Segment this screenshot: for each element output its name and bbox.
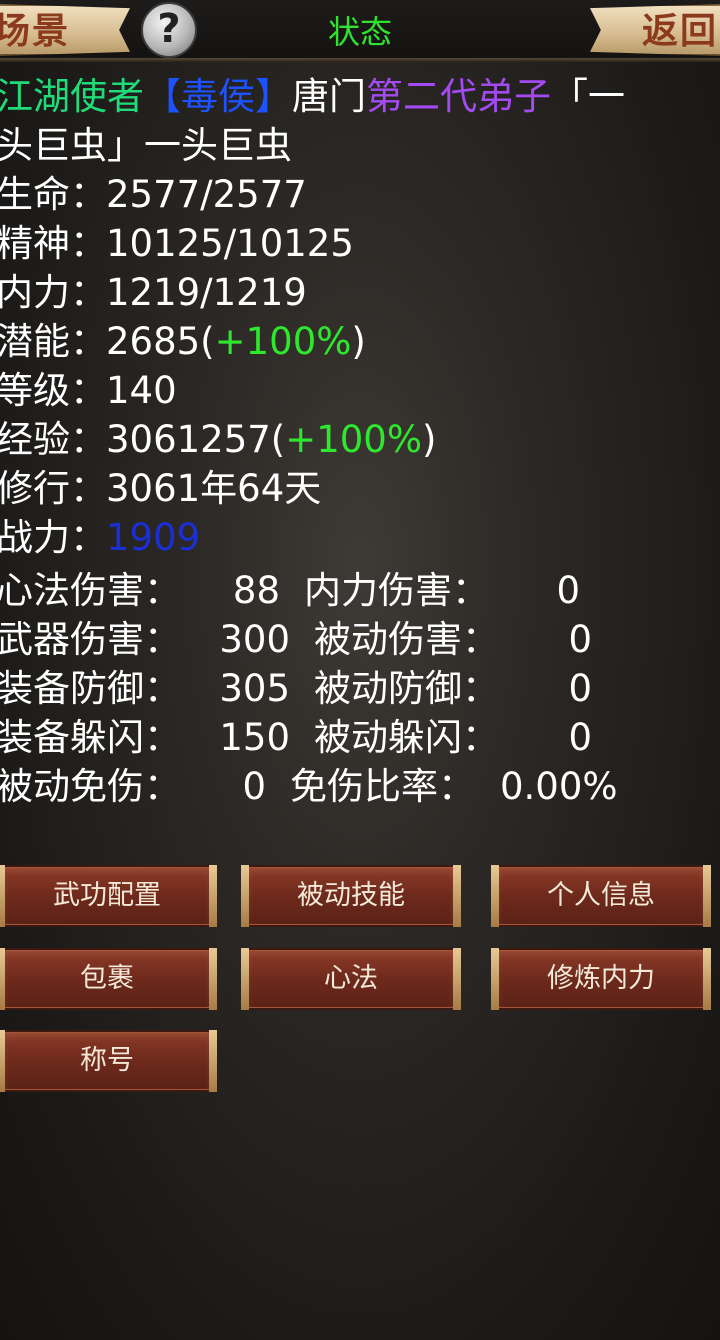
stat-label: 心法伤害：: [0, 569, 181, 612]
stat-value: 0.00%: [500, 765, 618, 808]
attr-value: 1219/1219: [106, 271, 307, 314]
profile-faction: 唐门: [292, 75, 366, 118]
profile-line-1: 江湖使者【毒侯】唐门第二代弟子「一: [0, 72, 720, 121]
profile-nickname-start: 「一: [551, 75, 625, 118]
attr-power: 战力：1909: [0, 513, 720, 562]
attr-label: 等级: [0, 369, 70, 412]
attr-close: ): [422, 418, 437, 461]
personal-info-button[interactable]: 个人信息: [491, 865, 711, 927]
colon: ：: [70, 467, 107, 510]
attr-label: 内力: [0, 271, 70, 314]
attr-label: 精神: [0, 222, 70, 265]
attr-value: 10125/10125: [106, 222, 354, 265]
stat-row: 武器伤害： 300 被动伤害： 0: [0, 615, 720, 664]
attr-value: 3061257(: [106, 418, 286, 461]
stat-value: 0: [556, 569, 580, 612]
stat-value: 0: [568, 716, 592, 759]
stat-value: 0: [242, 765, 266, 808]
attr-value: 140: [106, 369, 177, 412]
attr-spirit: 精神：10125/10125: [0, 219, 720, 268]
stat-label: 装备防御：: [0, 667, 181, 710]
profile-title: 江湖使者: [0, 75, 144, 118]
attr-value: 3061年64天: [106, 467, 322, 510]
attr-life: 生命：2577/2577: [0, 170, 720, 219]
attr-value: 2685(: [106, 320, 215, 363]
attr-cultivation: 修行：3061年64天: [0, 464, 720, 513]
stat-row: 心法伤害： 88 内力伤害： 0: [0, 566, 720, 615]
colon: ：: [70, 320, 107, 363]
attr-label: 修行: [0, 467, 70, 510]
back-button[interactable]: 返回: [590, 4, 720, 56]
attr-label: 生命: [0, 173, 70, 216]
profile-line-2: 头巨虫」一头巨虫: [0, 121, 720, 170]
attr-neili: 内力：1219/1219: [0, 268, 720, 317]
profile-nickname: 头巨虫」一头巨虫: [0, 124, 292, 167]
colon: ：: [70, 173, 107, 216]
stat-value: 88: [232, 569, 280, 612]
stat-value: 305: [219, 667, 290, 710]
attr-label: 潜能: [0, 320, 70, 363]
stat-value: 0: [568, 667, 592, 710]
stat-label: 武器伤害：: [0, 618, 181, 661]
martial-config-button[interactable]: 武功配置: [0, 865, 217, 927]
train-neili-button[interactable]: 修炼内力: [491, 948, 711, 1010]
character-info: 江湖使者【毒侯】唐门第二代弟子「一 头巨虫」一头巨虫 生命：2577/2577 …: [0, 72, 720, 562]
colon: ：: [70, 418, 107, 461]
stat-label: 被动防御：: [314, 667, 499, 710]
attr-close: ): [351, 320, 366, 363]
stat-row: 装备防御： 305 被动防御： 0: [0, 664, 720, 713]
stat-label: 被动躲闪：: [314, 716, 499, 759]
stat-value: 150: [219, 716, 290, 759]
colon: ：: [70, 516, 107, 559]
bag-button[interactable]: 包裹: [0, 948, 217, 1010]
stat-row: 被动免伤： 0 免伤比率： 0.00%: [0, 762, 720, 811]
stat-row: 装备躲闪： 150 被动躲闪： 0: [0, 713, 720, 762]
attr-bonus: +100%: [285, 418, 422, 461]
stat-label: 装备躲闪：: [0, 716, 181, 759]
stat-label: 内力伤害：: [304, 569, 489, 612]
attr-value: 1909: [106, 516, 201, 559]
colon: ：: [70, 271, 107, 314]
stat-label: 被动免伤：: [0, 765, 181, 808]
attr-potential: 潜能：2685(+100%): [0, 317, 720, 366]
stat-label: 免伤比率：: [290, 765, 475, 808]
profile-generation: 第二代弟子: [366, 75, 551, 118]
passive-skills-button[interactable]: 被动技能: [241, 865, 461, 927]
attr-label: 战力: [0, 516, 70, 559]
stat-value: 300: [219, 618, 290, 661]
top-bar: 场景 ? 状态 返回: [0, 0, 720, 62]
colon: ：: [70, 369, 107, 412]
titles-button[interactable]: 称号: [0, 1030, 217, 1092]
stat-value: 0: [568, 618, 592, 661]
xinfa-button[interactable]: 心法: [241, 948, 461, 1010]
colon: ：: [70, 222, 107, 265]
combat-stats: 心法伤害： 88 内力伤害： 0 武器伤害： 300 被动伤害： 0 装备防御：…: [0, 566, 720, 811]
attr-bonus: +100%: [214, 320, 352, 363]
attr-value: 2577/2577: [106, 173, 307, 216]
attr-exp: 经验：3061257(+100%): [0, 415, 720, 464]
attr-label: 经验: [0, 418, 70, 461]
stat-label: 被动伤害：: [314, 618, 499, 661]
attr-level: 等级：140: [0, 366, 720, 415]
profile-rank: 【毒侯】: [144, 75, 292, 118]
